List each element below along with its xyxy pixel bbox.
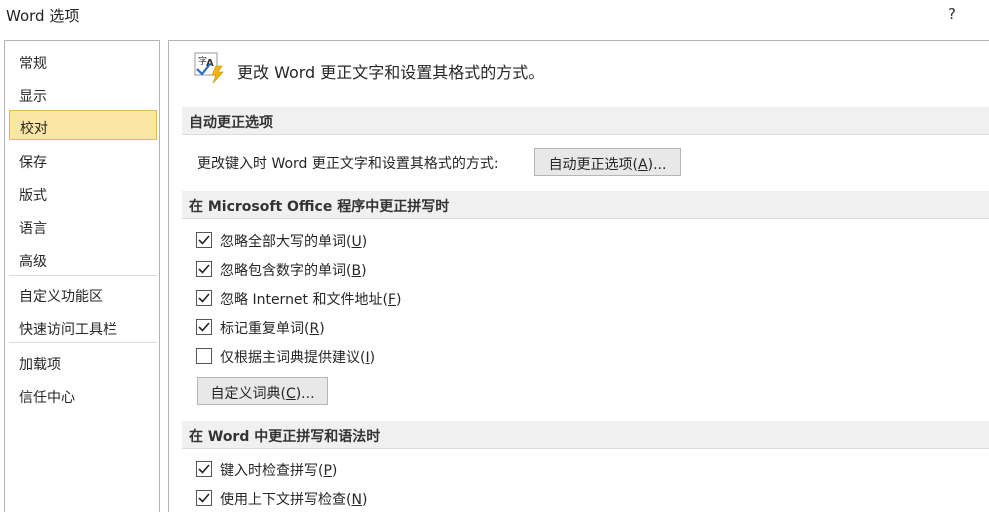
nav-divider xyxy=(9,275,157,276)
nav-item-quick-access-toolbar[interactable]: 快速访问工具栏 xyxy=(9,312,157,342)
checkbox[interactable] xyxy=(196,461,212,477)
autocorrect-options-button[interactable]: 自动更正选项(A)... xyxy=(534,148,681,176)
section-office-spelling: 在 Microsoft Office 程序中更正拼写时 xyxy=(182,191,989,219)
nav-item-customize-ribbon[interactable]: 自定义功能区 xyxy=(9,279,157,309)
checkbox[interactable] xyxy=(196,290,212,306)
nav-item-display[interactable]: 显示 xyxy=(9,79,157,109)
checkbox[interactable] xyxy=(196,261,212,277)
title-bar: Word 选项 ? xyxy=(0,0,989,30)
nav-item-save[interactable]: 保存 xyxy=(9,145,157,175)
nav-divider xyxy=(9,342,157,343)
nav-item-trust-center[interactable]: 信任中心 xyxy=(9,380,157,410)
nav-item-advanced[interactable]: 高级 xyxy=(9,244,157,274)
checkbox[interactable] xyxy=(196,319,212,335)
proofing-abc-check-icon: 字 A xyxy=(194,52,226,84)
nav-item-proofing[interactable]: 校对 xyxy=(9,110,157,140)
options-sidebar: 常规 显示 校对 保存 版式 语言 高级 自定义功能区 快速访问工具栏 加载项 … xyxy=(4,40,160,512)
nav-item-language[interactable]: 语言 xyxy=(9,211,157,241)
checkbox[interactable] xyxy=(196,348,212,364)
nav-item-general[interactable]: 常规 xyxy=(9,46,157,76)
autocorrect-description: 更改键入时 Word 更正文字和设置其格式的方式: xyxy=(197,156,499,172)
section-word-spelling-grammar: 在 Word 中更正拼写和语法时 xyxy=(182,421,989,449)
help-button[interactable]: ? xyxy=(948,5,956,23)
checkbox[interactable] xyxy=(196,490,212,506)
nav-item-add-ins[interactable]: 加载项 xyxy=(9,347,157,377)
page-description: 更改 Word 更正文字和设置其格式的方式。 xyxy=(237,63,545,82)
checkbox[interactable] xyxy=(196,232,212,248)
custom-dictionaries-button[interactable]: 自定义词典(C)... xyxy=(197,377,328,405)
window-title: Word 选项 xyxy=(6,7,80,25)
nav-item-typography[interactable]: 版式 xyxy=(9,178,157,208)
section-autocorrect: 自动更正选项 xyxy=(182,107,989,135)
